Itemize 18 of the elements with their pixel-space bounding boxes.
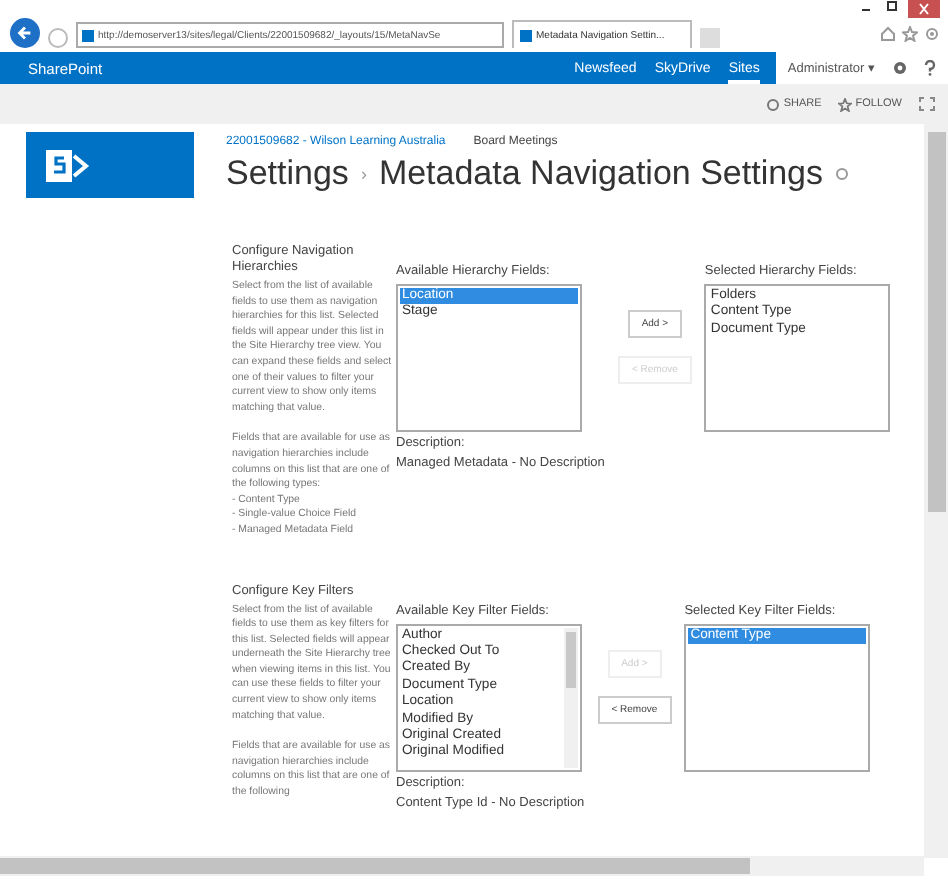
- help-icon[interactable]: [924, 60, 936, 76]
- horizontal-scrollbar[interactable]: [0, 856, 924, 876]
- home-icon[interactable]: [880, 26, 896, 42]
- breadcrumb-separator: ›: [360, 164, 367, 184]
- page-title: Metadata Navigation Settings: [378, 154, 824, 194]
- back-button[interactable]: [10, 18, 40, 48]
- focus-icon[interactable]: [918, 96, 936, 112]
- star-icon[interactable]: [837, 97, 852, 111]
- settings-icon[interactable]: [892, 60, 908, 76]
- list-scrollbar[interactable]: [564, 627, 578, 767]
- page-scrollbar[interactable]: [924, 124, 948, 858]
- settings-icon[interactable]: [924, 26, 940, 42]
- back-arrow-icon[interactable]: [16, 24, 34, 42]
- breadcrumb-title[interactable]: Settings: [226, 154, 349, 194]
- star-icon[interactable]: [902, 26, 918, 42]
- close-icon[interactable]: [908, 0, 940, 18]
- maximize-icon[interactable]: [882, 0, 902, 14]
- sharepoint-logo[interactable]: [26, 132, 194, 198]
